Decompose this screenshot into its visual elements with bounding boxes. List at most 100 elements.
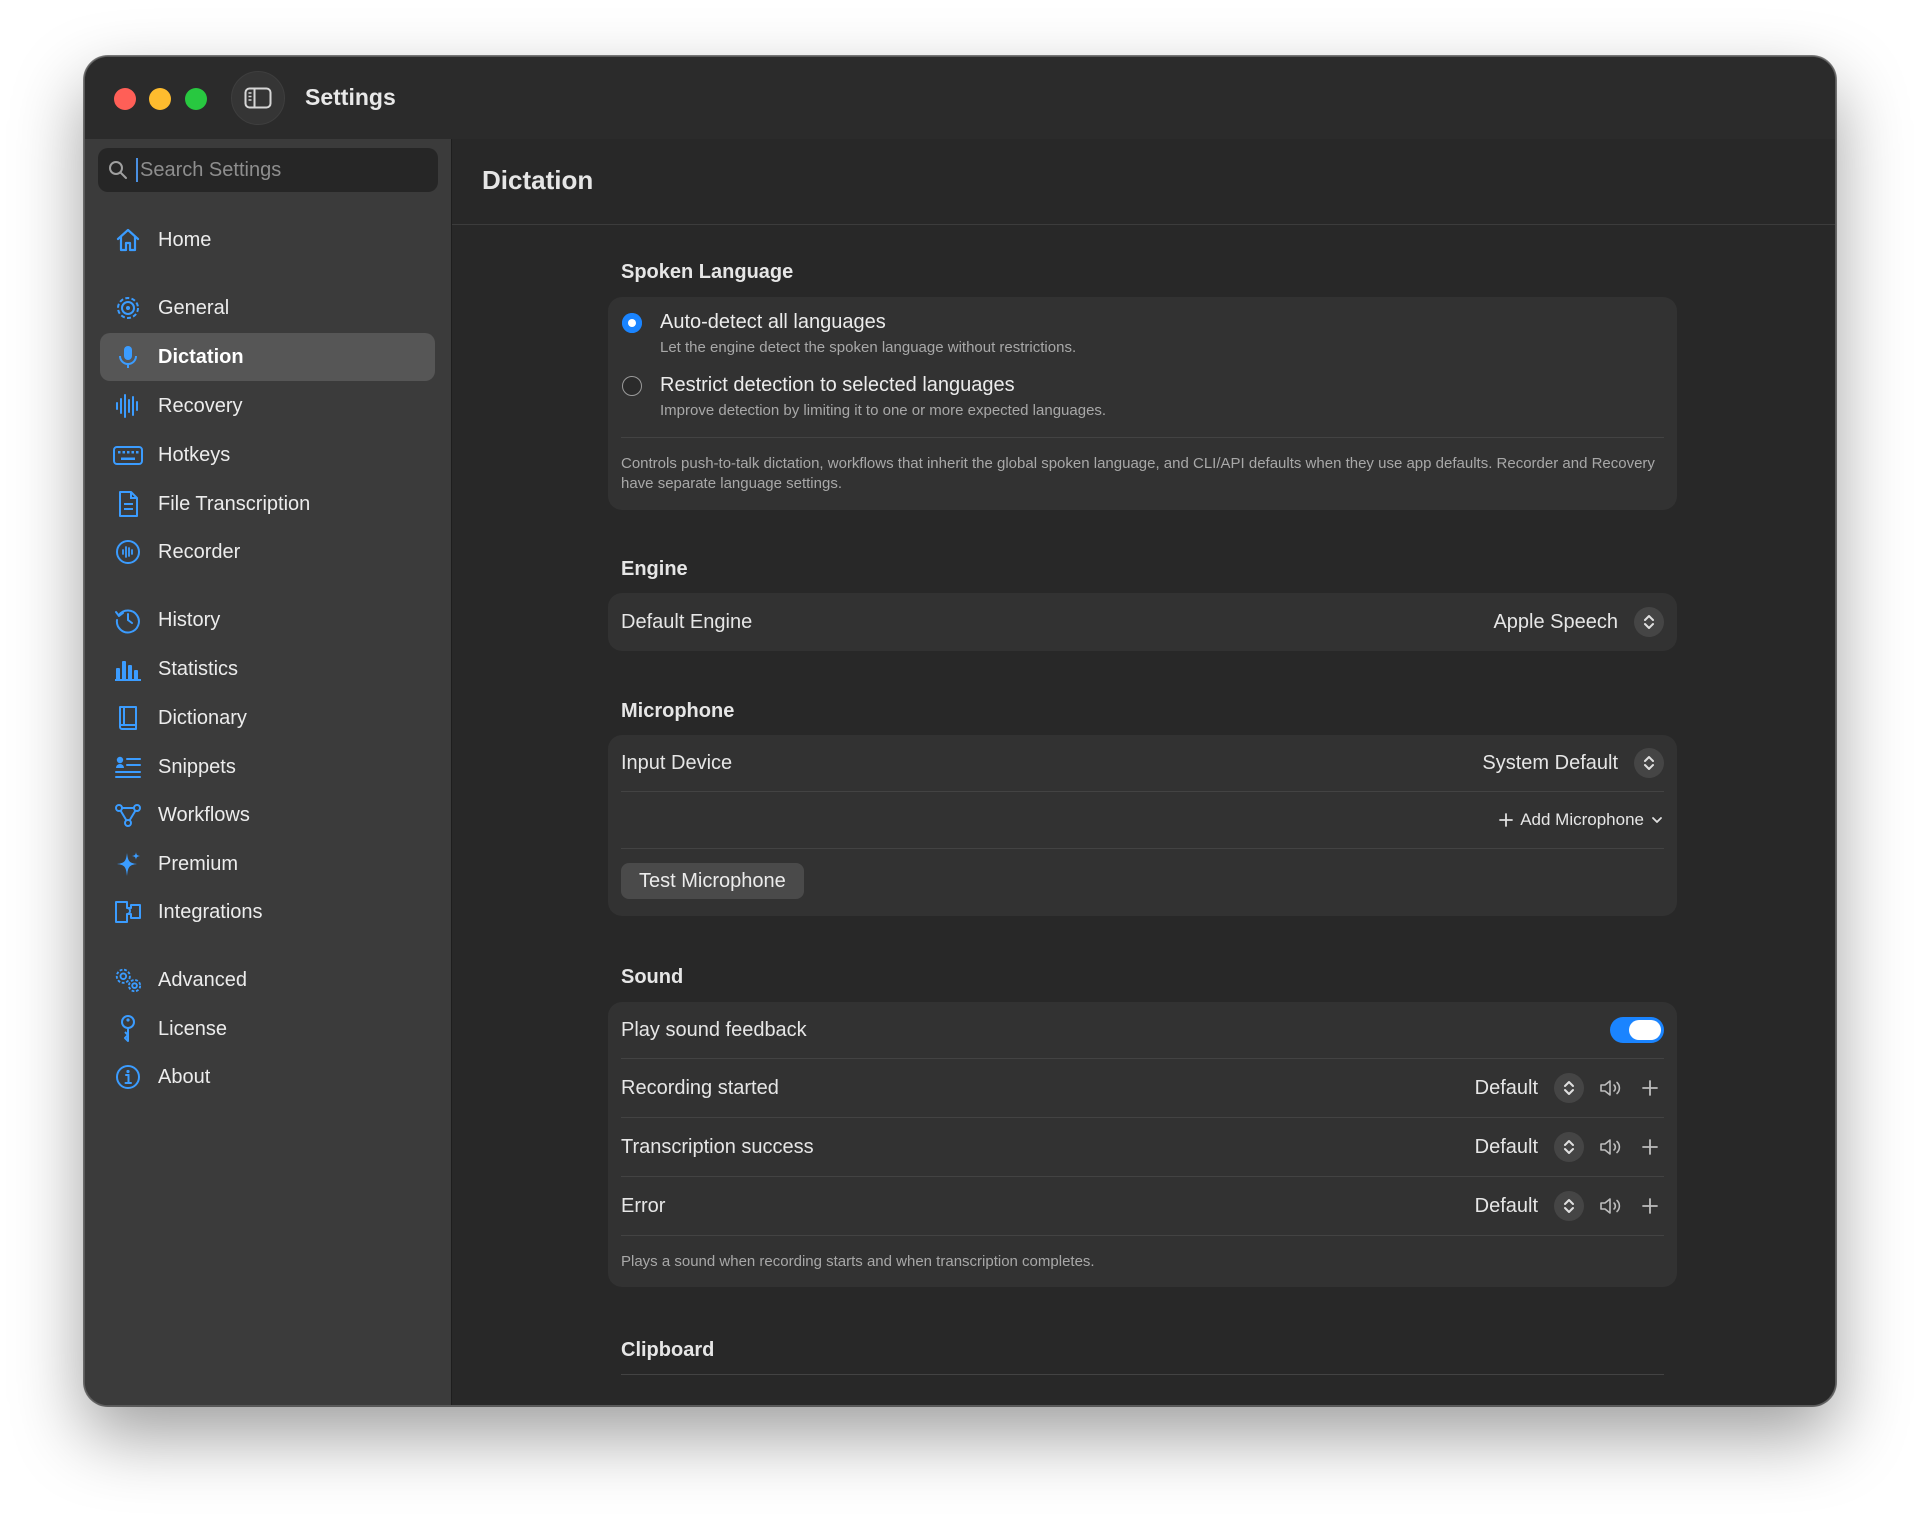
sidebar-item-statistics[interactable]: Statistics [100, 645, 435, 693]
sidebar-item-recovery[interactable]: Recovery [100, 382, 435, 430]
waveform-icon [113, 391, 143, 421]
default-engine-value[interactable]: Apple Speech [1493, 611, 1618, 634]
section-title-spoken-language: Spoken Language [621, 261, 794, 283]
sound-row-recording-started: Recording started Default [621, 1059, 1664, 1117]
sidebar-item-integrations[interactable]: Integrations [100, 888, 435, 936]
sidebar-item-label: History [158, 608, 221, 631]
sidebar-item-home[interactable]: Home [100, 216, 435, 264]
sidebar-item-label: File Transcription [158, 492, 311, 515]
add-sound-icon[interactable] [1636, 1074, 1664, 1102]
test-microphone-button[interactable]: Test Microphone [621, 863, 804, 899]
main-pane: Dictation Spoken Language Auto-detect al… [452, 139, 1835, 1405]
sidebar-toggle-button[interactable] [231, 71, 285, 125]
sidebar-item-label: Advanced [158, 968, 247, 991]
sidebar-item-premium[interactable]: Premium [100, 840, 435, 888]
chevron-up-down-icon [1564, 1081, 1574, 1095]
maximize-window-button[interactable] [185, 88, 207, 110]
minimize-window-button[interactable] [149, 88, 171, 110]
default-engine-stepper[interactable] [1634, 607, 1664, 637]
snippets-icon [113, 752, 143, 782]
search-input[interactable] [136, 158, 426, 182]
sidebar-item-license[interactable]: License [100, 1005, 435, 1053]
play-sound-feedback-toggle[interactable] [1610, 1017, 1664, 1043]
play-sound-feedback-label: Play sound feedback [621, 1018, 807, 1041]
info-icon [113, 1062, 143, 1092]
sidebar-item-workflows[interactable]: Workflows [100, 791, 435, 839]
speaker-preview-icon[interactable] [1598, 1192, 1626, 1220]
sound-select-stepper[interactable] [1554, 1073, 1584, 1103]
sidebar-item-general[interactable]: General [100, 284, 435, 332]
close-window-button[interactable] [114, 88, 136, 110]
sidebar-item-hotkeys[interactable]: Hotkeys [100, 431, 435, 479]
chevron-up-down-icon [1564, 1140, 1574, 1154]
radio-auto-detect[interactable] [622, 313, 642, 333]
section-title-sound: Sound [621, 966, 684, 988]
radio-auto-detect-label[interactable]: Auto-detect all languages [660, 311, 886, 334]
spoken-language-card: Auto-detect all languages Let the engine… [608, 297, 1677, 510]
workflow-icon [113, 800, 143, 830]
radio-restrict-detection-description: Improve detection by limiting it to one … [660, 402, 1107, 419]
plus-icon [1499, 813, 1514, 827]
sidebar-item-recorder[interactable]: Recorder [100, 528, 435, 576]
chevron-up-down-icon [1564, 1199, 1574, 1213]
sidebar-item-about[interactable]: About [100, 1053, 435, 1101]
gears-icon [113, 965, 143, 995]
settings-window: Settings Home General [84, 56, 1836, 1406]
sound-row-transcription-success: Transcription success Default [621, 1118, 1664, 1176]
default-engine-label: Default Engine [621, 610, 753, 633]
sound-select-value[interactable]: Default [1475, 1077, 1538, 1100]
sidebar-item-file-transcription[interactable]: File Transcription [100, 480, 435, 528]
sidebar-item-label: License [158, 1017, 227, 1040]
add-sound-icon[interactable] [1636, 1133, 1664, 1161]
keyboard-icon [113, 440, 143, 470]
sound-select-value[interactable]: Default [1475, 1136, 1538, 1159]
sidebar-item-label: Workflows [158, 803, 250, 826]
radio-restrict-detection[interactable] [622, 376, 642, 396]
speaker-preview-icon[interactable] [1598, 1074, 1626, 1102]
sound-row-label: Transcription success [621, 1135, 814, 1158]
speaker-preview-icon[interactable] [1598, 1133, 1626, 1161]
sidebar-item-dictionary[interactable]: Dictionary [100, 694, 435, 742]
integrations-icon [113, 897, 143, 927]
default-engine-row[interactable]: Default Engine Apple Speech [621, 593, 1664, 651]
chevron-down-icon [1652, 817, 1662, 823]
sound-row-controls: Default [1475, 1073, 1664, 1103]
sparkle-icon [113, 849, 143, 879]
play-sound-feedback-row: Play sound feedback [621, 1002, 1664, 1058]
input-device-stepper[interactable] [1634, 748, 1664, 778]
sidebar-item-label: Recorder [158, 540, 241, 563]
sound-select-stepper[interactable] [1554, 1132, 1584, 1162]
radio-restrict-detection-label[interactable]: Restrict detection to selected languages [660, 374, 1015, 397]
sidebar-item-label: Snippets [158, 755, 236, 778]
sidebar-item-label: Dictionary [158, 706, 247, 729]
house-icon [113, 225, 143, 255]
sidebar-item-label: Hotkeys [158, 443, 231, 466]
sidebar-item-label: Recovery [158, 394, 243, 417]
sound-select-value[interactable]: Default [1475, 1195, 1538, 1218]
sidebar-item-advanced[interactable]: Advanced [100, 956, 435, 1004]
add-microphone-row: Add Microphone [621, 792, 1664, 848]
sound-row-label: Recording started [621, 1076, 779, 1099]
sound-row-controls: Default [1475, 1191, 1664, 1221]
sound-select-stepper[interactable] [1554, 1191, 1584, 1221]
input-device-value[interactable]: System Default [1482, 752, 1618, 775]
input-device-row[interactable]: Input Device System Default [621, 735, 1664, 791]
page-title: Dictation [482, 165, 594, 195]
sidebar-item-dictation[interactable]: Dictation [100, 333, 435, 381]
search-icon [109, 161, 127, 179]
sidebar-toggle-icon [244, 87, 272, 109]
search-field[interactable] [98, 148, 438, 192]
clock-history-icon [113, 605, 143, 635]
sound-row-error: Error Default [621, 1177, 1664, 1235]
chevron-up-down-icon [1644, 756, 1654, 770]
window-title: Settings [305, 84, 396, 110]
sidebar-item-history[interactable]: History [100, 596, 435, 644]
add-microphone-menu[interactable]: Add Microphone [1498, 810, 1664, 830]
sidebar: Home General Dictation Recovery [85, 139, 452, 1405]
add-sound-icon[interactable] [1636, 1192, 1664, 1220]
microphone-icon [113, 342, 143, 372]
sound-row-label: Error [621, 1194, 666, 1217]
sidebar-item-snippets[interactable]: Snippets [100, 743, 435, 791]
sidebar-item-label: Home [158, 228, 212, 251]
spoken-language-footnote: Controls push-to-talk dictation, workflo… [621, 455, 1655, 492]
